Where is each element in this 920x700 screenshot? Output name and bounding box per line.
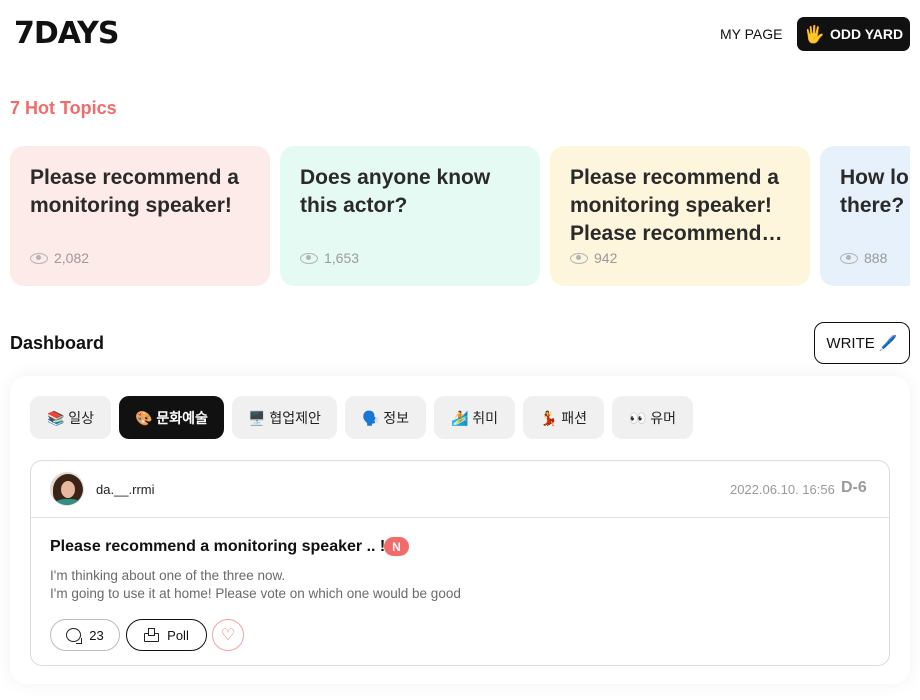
category-chip-humor[interactable]: 👀 유머 <box>612 396 693 439</box>
view-count-value: 942 <box>594 250 618 266</box>
poll-label: Poll <box>167 627 189 643</box>
category-chip-culture-art[interactable]: 🎨 문화예술 <box>119 396 224 439</box>
hot-topic-card[interactable]: Please recommend a monitoring speaker! P… <box>550 146 810 286</box>
category-chip-fashion[interactable]: 💃 패션 <box>523 396 604 439</box>
hot-topics-carousel: Please recommend a monitoring speaker! 2… <box>10 146 910 286</box>
hot-topic-card[interactable]: Please recommend a monitoring speaker! 2… <box>10 146 270 286</box>
view-count: 2,082 <box>30 250 89 266</box>
post-header: da.__.rrmi 2022.06.10. 16:56 D-6 <box>31 461 889 518</box>
odd-yard-button[interactable]: 🖐 ODD YARD <box>797 17 910 51</box>
comment-button[interactable]: 23 <box>50 619 120 651</box>
post-card[interactable]: da.__.rrmi 2022.06.10. 16:56 D-6 Please … <box>30 460 890 666</box>
eye-icon <box>300 253 318 264</box>
write-button[interactable]: WRITE 🖊️ <box>814 322 910 364</box>
post-body-line-2: I'm going to use it at home! Please vote… <box>50 586 461 601</box>
category-chip-info[interactable]: 🗣️ 정보 <box>345 396 426 439</box>
comment-icon <box>66 628 83 644</box>
post-username[interactable]: da.__.rrmi <box>96 482 155 497</box>
post-body-line-1: I'm thinking about one of the three now. <box>50 568 286 583</box>
view-count-value: 2,082 <box>54 250 90 266</box>
ballot-icon <box>144 628 160 642</box>
category-chip-daily[interactable]: 📚 일상 <box>30 396 111 439</box>
category-chip-hobby[interactable]: 🏄 취미 <box>434 396 515 439</box>
my-page-link[interactable]: MY PAGE <box>720 26 783 42</box>
comment-count: 23 <box>89 627 104 643</box>
hot-topic-title: Please recommend a monitoring speaker! P… <box>570 166 779 245</box>
view-count: 888 <box>840 250 887 266</box>
heart-icon: ♡ <box>220 627 236 644</box>
hot-topic-title: Does anyone know this actor? <box>300 166 491 217</box>
poll-button[interactable]: Poll <box>126 619 207 651</box>
hot-topic-card[interactable]: How long is the film there? 888 <box>820 146 910 286</box>
view-count: 1,653 <box>300 250 359 266</box>
view-count: 942 <box>570 250 617 266</box>
hot-topic-title: How long is the film there? <box>840 166 910 217</box>
category-chip-collaboration[interactable]: 🖥️ 협업제안 <box>232 396 337 439</box>
dashboard-title: Dashboard <box>10 333 105 353</box>
post-date: 2022.06.10. 16:56 <box>730 482 835 497</box>
logo[interactable]: 7DAYS <box>14 16 119 51</box>
hot-topic-card[interactable]: Does anyone know this actor? 1,653 <box>280 146 540 286</box>
view-count-value: 888 <box>864 250 888 266</box>
eye-icon <box>30 253 48 264</box>
hot-topics-title: 7 Hot Topics <box>10 98 117 118</box>
new-badge: N <box>384 537 409 556</box>
eye-icon <box>840 253 858 264</box>
header: 7DAYS MY PAGE 🖐 ODD YARD <box>0 0 920 70</box>
hand-icon: 🖐 <box>803 24 826 44</box>
hot-topic-title: Please recommend a monitoring speaker! <box>30 166 239 217</box>
dashboard-panel: 📚 일상 🎨 문화예술 🖥️ 협업제안 🗣️ 정보 🏄 취미 💃 패션 👀 유머… <box>10 376 910 684</box>
eye-icon <box>570 253 588 264</box>
like-button[interactable]: ♡ <box>212 619 244 651</box>
avatar[interactable] <box>50 472 84 506</box>
odd-yard-label: ODD YARD <box>830 26 904 42</box>
post-dday: D-6 <box>841 479 867 496</box>
view-count-value: 1,653 <box>324 250 360 266</box>
post-title[interactable]: Please recommend a monitoring speaker ..… <box>50 538 385 556</box>
